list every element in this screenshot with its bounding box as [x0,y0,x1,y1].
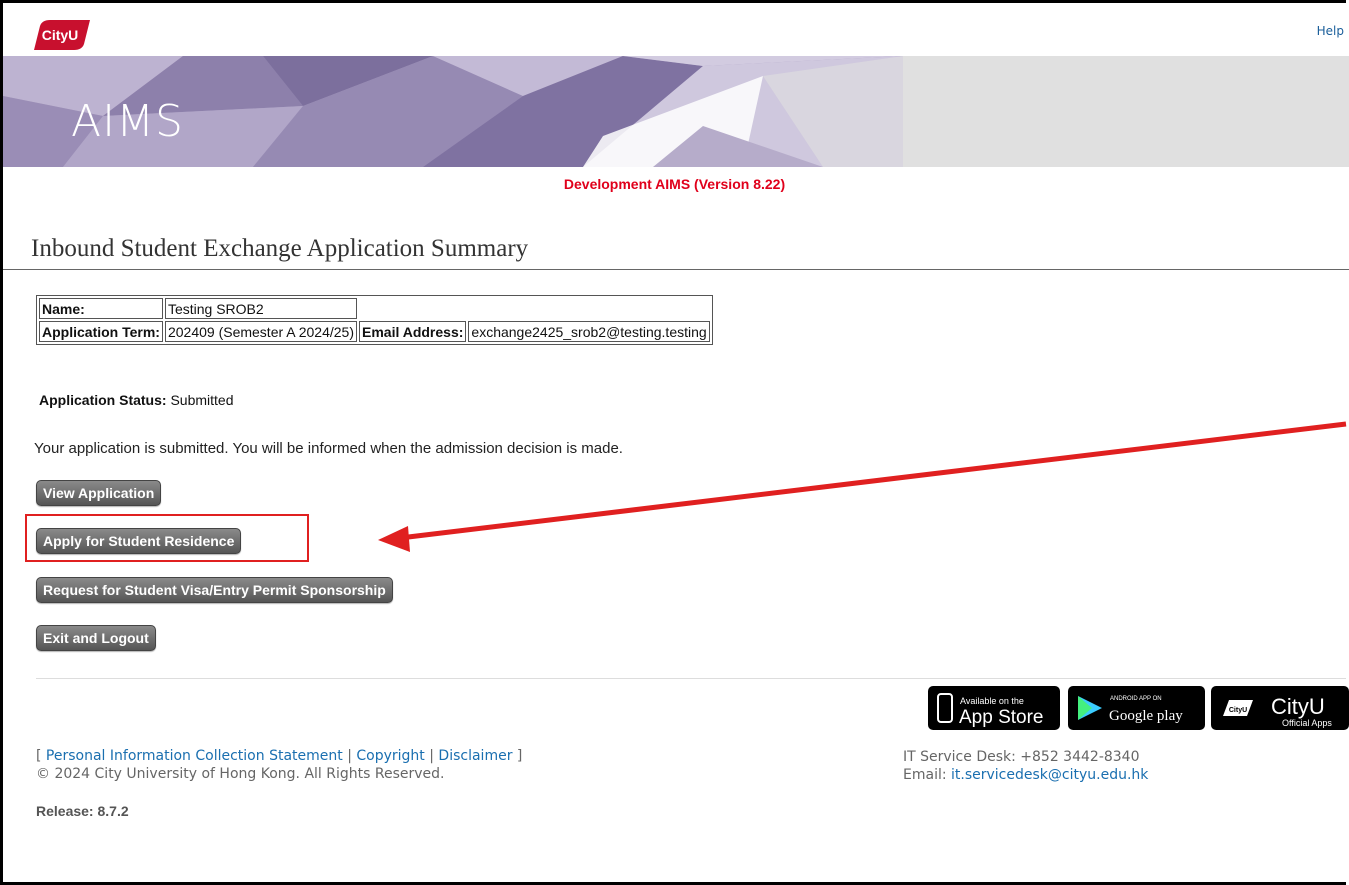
google-big-text: Google play [1109,708,1183,724]
exit-logout-button[interactable]: Exit and Logout [36,625,156,651]
cityu-apps-logo-text: CityU [1229,707,1247,714]
logo-text: CityU [42,27,79,43]
dev-version-label: Development AIMS (Version 8.22) [563,176,786,192]
privacy-statement-link[interactable]: Personal Information Collection Statemen… [46,748,343,764]
copyright-link[interactable]: Copyright [356,748,424,764]
name-value: Testing SROB2 [164,298,357,319]
status-value: Submitted [170,392,234,408]
disclaimer-link[interactable]: Disclaimer [438,748,512,764]
banner-polygons [3,56,903,167]
view-application-button[interactable]: View Application [36,480,162,506]
appstore-small-text: Available on the [960,696,1024,706]
status-message: Your application is submitted. You will … [34,440,623,457]
status-label: Application Status: [39,392,167,408]
table-row: Application Term: 202409 (Semester A 202… [39,321,710,342]
name-label: Name: [39,298,163,319]
page-title: Inbound Student Exchange Application Sum… [31,235,529,262]
app-store-badge-art: Available on the App Store [937,693,1044,728]
empty-cell [359,298,710,319]
application-status: Application Status: Submitted [39,392,234,408]
help-link[interactable]: Help [1317,24,1344,38]
cityu-apps-badge-art: CityU CityU Official Apps [1223,694,1332,728]
link-separator: | [347,748,352,764]
table-row: Name: Testing SROB2 [39,298,710,319]
bracket-open: [ [36,748,42,764]
email-label: Email Address: [359,321,467,342]
cityu-small-text: Official Apps [1282,718,1332,728]
copyright-text: © 2024 City University of Hong Kong. All… [36,766,445,782]
service-desk-email-link[interactable]: it.servicedesk@cityu.edu.hk [951,767,1148,783]
cityu-apps-badge[interactable]: CityU CityU Official Apps [1211,686,1349,730]
term-label: Application Term: [39,321,163,342]
google-play-badge[interactable]: ANDROID APP ON Google play [1068,686,1205,730]
release-version: Release: 8.7.2 [36,803,129,819]
google-play-badge-art: ANDROID APP ON Google play [1078,696,1183,724]
title-divider [3,269,1349,270]
banner-title: AIMS [71,96,184,147]
app-store-badge[interactable]: Available on the App Store [928,686,1060,730]
cityu-logo[interactable]: CityU [30,20,92,50]
applicant-info-table: Name: Testing SROB2 Application Term: 20… [36,295,713,345]
google-small-text: ANDROID APP ON [1110,696,1162,702]
aims-banner: AIMS [3,56,1349,167]
term-value: 202409 (Semester A 2024/25) [164,321,357,342]
email-label: Email: [903,767,947,783]
service-desk-info: IT Service Desk: +852 3442-8340 Email: i… [903,748,1148,784]
phone-icon [937,693,953,723]
cityu-big-text: CityU [1271,694,1325,719]
appstore-big-text: App Store [959,707,1044,728]
footer-links: [ Personal Information Collection Statem… [36,748,522,764]
link-separator: | [429,748,434,764]
service-desk-phone: IT Service Desk: +852 3442-8340 [903,749,1140,765]
top-bar: CityU Help [0,0,1346,56]
service-desk-email-row: Email: it.servicedesk@cityu.edu.hk [903,766,1148,784]
bracket-close: ] [516,748,523,764]
email-value: exchange2425_srob2@testing.testing [468,321,710,342]
annotation-highlight-box [25,514,309,562]
request-visa-button[interactable]: Request for Student Visa/Entry Permit Sp… [36,577,393,603]
footer-divider [36,678,1346,679]
